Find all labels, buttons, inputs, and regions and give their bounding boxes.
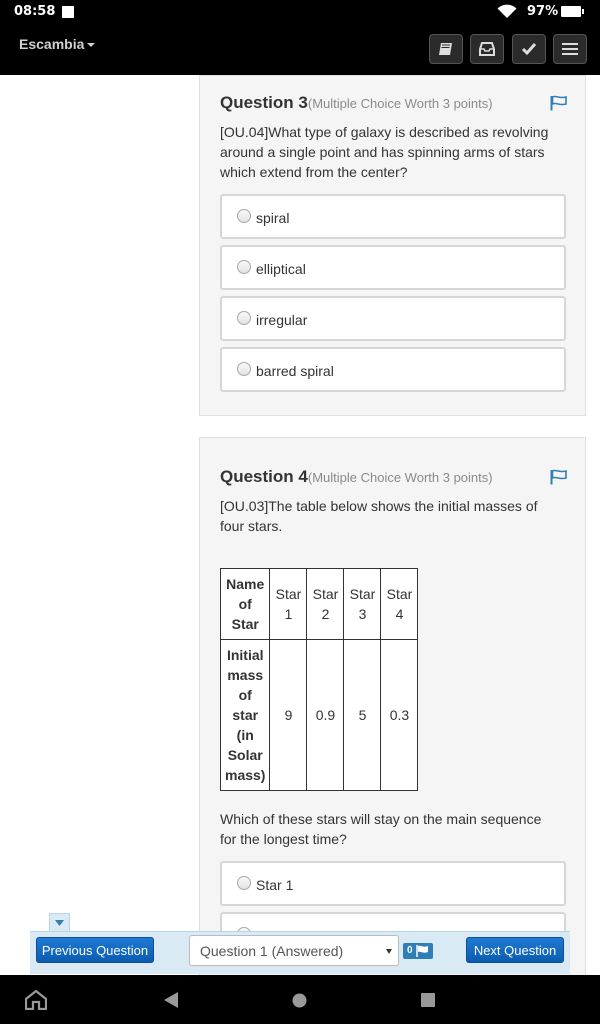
star-mass-table: Name of Star Star 1 Star 2 Star 3 Star 4… (219, 568, 419, 791)
radio-button[interactable] (237, 260, 251, 274)
book-icon (439, 43, 452, 55)
question-3-panel: Question 3(Multiple Choice Worth 3 point… (199, 75, 586, 416)
dropdown-arrow-icon (386, 949, 392, 954)
radio-button[interactable] (237, 876, 251, 890)
table-cell: 9 (269, 639, 308, 791)
wifi-icon (497, 4, 517, 18)
system-navigation-bar (0, 975, 600, 1024)
question-nav-bar: Previous Question Question 1 (Answered) … (30, 931, 570, 974)
chevron-down-icon (55, 919, 64, 926)
question-select-value: Question 1 (Answered) (200, 943, 344, 959)
table-cell: 5 (343, 639, 382, 791)
flag-count-value: 0 (407, 945, 413, 956)
question-title-text: Question 4 (220, 467, 308, 486)
flag-icon (416, 945, 428, 957)
home-icon[interactable] (292, 993, 307, 1008)
chevron-down-icon (87, 43, 96, 48)
choice-label: barred spiral (256, 363, 334, 379)
question-4-text: [OU.03]The table below shows the initial… (220, 498, 538, 534)
question-4-title: Question 4(Multiple Choice Worth 3 point… (220, 467, 493, 487)
question-4-prompt: Which of these stars will stay on the ma… (220, 811, 542, 847)
submit-check-button[interactable] (512, 34, 546, 64)
row-header: Initial mass of star (in Solar mass) (219, 639, 271, 791)
choice-spiral[interactable]: spiral (220, 194, 566, 239)
radio-button[interactable] (237, 362, 251, 376)
question-3-title: Question 3(Multiple Choice Worth 3 point… (220, 93, 493, 113)
question-worth: (Multiple Choice Worth 3 points) (307, 96, 493, 111)
table-row: Initial mass of star (in Solar mass) 9 0… (219, 639, 419, 791)
choice-label: irregular (256, 312, 308, 328)
choice-star-1[interactable]: Star 1 (220, 861, 566, 906)
menu-button[interactable] (553, 34, 587, 64)
choice-irregular[interactable]: irregular (220, 296, 566, 341)
question-4-panel: Question 4(Multiple Choice Worth 3 point… (199, 437, 586, 997)
inbox-button[interactable] (470, 34, 504, 64)
choice-label: spiral (256, 210, 290, 226)
recents-icon[interactable] (421, 993, 435, 1007)
choice-label: Star 1 (256, 877, 294, 893)
flag-icon[interactable] (550, 95, 568, 111)
back-icon[interactable] (164, 992, 179, 1008)
flag-icon[interactable] (550, 469, 568, 485)
status-time: 08:58 (14, 4, 56, 19)
collapse-nav-toggle[interactable] (49, 913, 70, 931)
menu-icon (562, 43, 578, 55)
question-worth: (Multiple Choice Worth 3 points) (307, 470, 493, 485)
question-3-text: [OU.04]What type of galaxy is described … (220, 124, 549, 180)
notification-icon (62, 6, 74, 18)
choice-barred-spiral[interactable]: barred spiral (220, 347, 566, 392)
inbox-icon (479, 42, 495, 56)
status-bar: 08:58 97% (0, 0, 600, 24)
app-header: Escambia (0, 24, 600, 75)
table-header-cell: Star 4 (380, 568, 419, 640)
question-select[interactable]: Question 1 (Answered) (189, 935, 399, 966)
battery-percent: 97% (527, 4, 559, 19)
table-header-cell: Star 3 (343, 568, 382, 640)
table-row: Name of Star Star 1 Star 2 Star 3 Star 4 (219, 568, 419, 640)
radio-button[interactable] (237, 209, 251, 223)
choice-elliptical[interactable]: elliptical (220, 245, 566, 290)
table-header-cell: Star 1 (269, 568, 308, 640)
accessibility-home-icon[interactable] (25, 990, 47, 1010)
next-question-button[interactable]: Next Question (466, 937, 564, 963)
battery-icon (561, 6, 584, 17)
school-dropdown[interactable]: Escambia (19, 36, 96, 52)
table-cell: 0.3 (380, 639, 419, 791)
row-header: Name of Star (219, 568, 271, 640)
flag-count-badge[interactable]: 0 (403, 943, 433, 959)
question-title-text: Question 3 (220, 93, 308, 112)
book-button[interactable] (429, 34, 463, 64)
radio-button[interactable] (237, 311, 251, 325)
school-name: Escambia (19, 36, 85, 52)
choice-label: elliptical (256, 261, 306, 277)
table-header-cell: Star 2 (306, 568, 345, 640)
check-icon (521, 43, 537, 56)
previous-question-button[interactable]: Previous Question (36, 937, 154, 963)
table-cell: 0.9 (306, 639, 345, 791)
